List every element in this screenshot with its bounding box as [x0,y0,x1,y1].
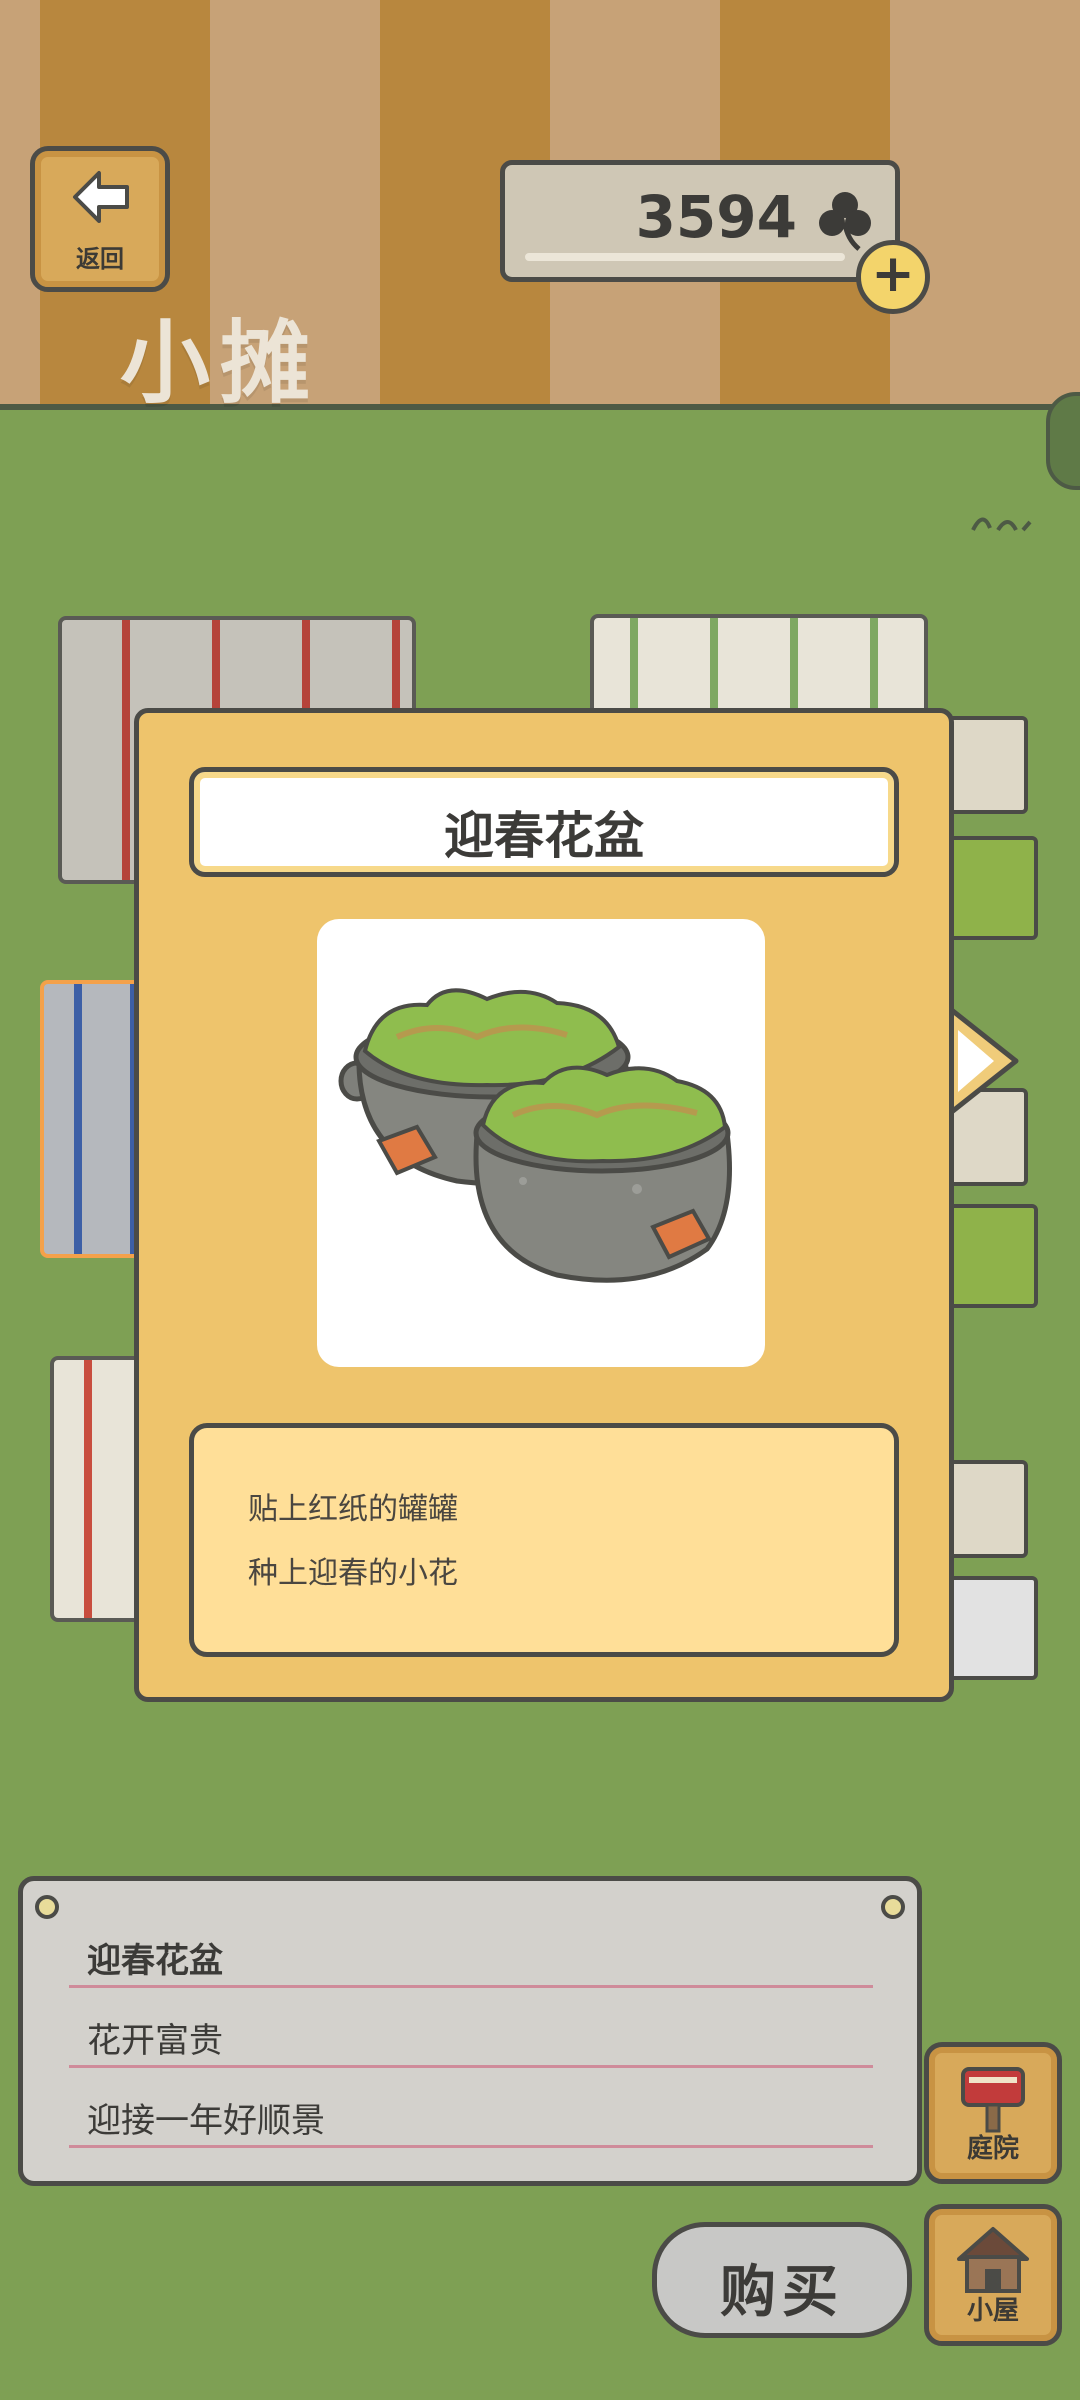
back-arrow-icon [73,171,129,223]
back-button[interactable]: 返回 [30,146,170,292]
counter-highlight [525,253,845,261]
info-line: 迎接一年好顺景 [87,2101,325,2141]
buy-label: 购买 [720,2260,844,2325]
divider [69,2065,873,2068]
edge-tab[interactable] [1046,392,1080,490]
house-icon [957,2227,1029,2293]
quantity-tag-1 [940,836,1038,940]
add-clover-button[interactable]: + [856,240,930,314]
clover-count: 3594 [635,183,797,251]
quantity-tag-2 [940,1204,1038,1308]
back-label: 返回 [76,245,124,273]
house-label: 小屋 [966,2296,1019,2326]
item-info-card: 迎春花盆 花开富贵 迎接一年好顺景 [18,1876,922,2186]
clover-icon [819,192,871,251]
item-description-box: 贴上红纸的罐罐 种上迎春的小花 [189,1423,899,1657]
buy-button[interactable]: 购买 [652,2222,912,2338]
quantity-tag-3 [940,1576,1038,1680]
info-item-name: 迎春花盆 [87,1941,223,1981]
clover-counter: 3594 [500,160,900,282]
description-line: 种上迎春的小花 [248,1556,458,1591]
pin-icon [881,1895,905,1919]
divider [69,1985,873,1988]
description-line: 贴上红纸的罐罐 [248,1492,458,1527]
divider [69,2145,873,2148]
yard-label: 庭院 [966,2134,1019,2164]
pin-icon [35,1895,59,1919]
mailbox-icon [961,2067,1025,2133]
item-image-frame [317,919,765,1367]
item-detail-dialog: 迎春花盆 贴上红纸的罐罐 种上迎春的小花 [134,708,954,1702]
plus-icon: + [871,244,915,304]
house-button[interactable]: 小屋 [924,2204,1062,2346]
dialog-title: 迎春花盆 [444,807,644,865]
flower-pot-image [338,988,732,1283]
shop-title: 小摊 [120,311,320,416]
info-line: 花开富贵 [87,2021,223,2061]
yard-button[interactable]: 庭院 [924,2042,1062,2184]
dialog-title-box: 迎春花盆 [189,767,899,877]
grass-tuft-icon [971,517,1032,532]
